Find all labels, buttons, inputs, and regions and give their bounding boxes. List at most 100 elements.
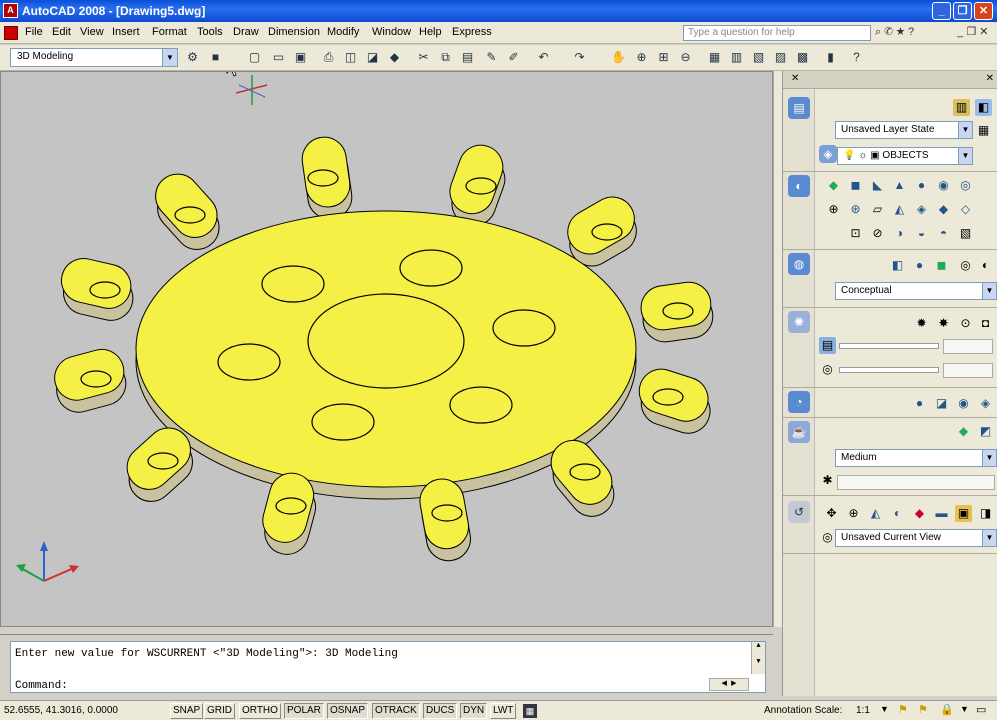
parallel-icon[interactable]: ◨ [977,505,994,522]
redo-icon[interactable]: ↷ [571,49,588,66]
material-mapping-icon[interactable]: ◉ [955,395,972,412]
brightness-slider[interactable] [839,343,939,349]
quickcalc-icon[interactable]: ▮ [822,49,839,66]
zoom-realtime-icon[interactable]: ⊕ [633,49,650,66]
union-icon[interactable]: ⊘ [869,225,886,242]
cylinder-icon[interactable]: ◉ [935,177,952,194]
plot-icon[interactable]: ⎙ [320,49,337,66]
comm-center-icon[interactable]: ✆ [884,26,893,38]
tool-palettes-icon[interactable]: ▧ [750,49,767,66]
view-select[interactable]: Unsaved Current View ▼ [835,529,997,547]
layer-select[interactable]: 💡 ☼ ▣ OBJECTS ▼ [837,147,973,165]
torus-icon[interactable]: ◎ [957,177,974,194]
coordinate-display[interactable]: 52.6555, 41.3016, 0.0000 [4,705,118,716]
lock-icon[interactable]: 🔒 [940,703,954,716]
chevron-down-icon[interactable]: ▼ [958,122,972,138]
command-scrollbar[interactable]: ▲ ▼ [751,642,765,674]
doc-close-icon[interactable]: ✕ [979,26,988,38]
chevron-down-icon[interactable]: ▼ [982,450,996,466]
default-lighting-icon[interactable]: ✹ [913,315,930,332]
walk-icon[interactable]: ◐ [889,505,906,522]
autocad-app-icon[interactable]: A [3,3,18,18]
view-icon[interactable]: ◎ [819,529,836,546]
snap-toggle[interactable]: SNAP [170,703,204,719]
close-button[interactable]: ✕ [974,2,993,20]
render-size-field[interactable] [837,475,995,490]
attach-material-icon[interactable]: ◪ [933,395,950,412]
drawing-viewport[interactable] [0,71,773,627]
workspace-save-icon[interactable]: ■ [207,49,224,66]
block-editor-icon[interactable]: ✐ [505,49,522,66]
search-icon[interactable]: ⌕ [875,26,881,38]
doc-minimize-icon[interactable]: _ [957,26,963,38]
qnew-icon[interactable]: ▢ [246,49,263,66]
save-icon[interactable]: ▣ [292,49,309,66]
command-area[interactable]: Enter new value for WSCURRENT <"3D Model… [10,641,766,693]
ducs-toggle[interactable]: DUCS [423,703,458,719]
menu-edit[interactable]: Edit [52,26,71,38]
markup-icon[interactable]: ▩ [794,49,811,66]
wedge-icon[interactable]: ◣ [869,177,886,194]
named-views-icon[interactable]: ▣ [955,505,972,522]
layer-properties-icon[interactable]: ▥ [953,99,970,116]
sheet-set-icon[interactable]: ▨ [772,49,789,66]
command-prompt[interactable]: Command: [15,680,68,692]
planar-surface-icon[interactable]: ▱ [869,201,886,218]
menu-tools[interactable]: Tools [197,26,223,38]
brightness-field[interactable] [943,339,993,354]
grid-toggle[interactable]: GRID [204,703,235,719]
chevron-down-icon[interactable]: ▼ [162,49,177,66]
paste-icon[interactable]: ▤ [459,49,476,66]
polar-toggle[interactable]: POLAR [284,703,324,719]
publish-icon[interactable]: ◪ [364,49,381,66]
menu-insert[interactable]: Insert [112,26,140,38]
annotation-visibility-icon[interactable]: ⚑ [898,703,908,716]
favorites-star-icon[interactable]: ★ [896,26,905,38]
menu-draw[interactable]: Draw [233,26,259,38]
light-list-icon[interactable]: ⊙ [957,315,974,332]
3d-make-panel-icon[interactable]: ◐ [788,175,810,197]
help-icon[interactable]: ? [908,26,914,38]
contrast-slider[interactable] [839,367,939,373]
3d-wireframe-icon[interactable]: ● [911,257,928,274]
annotation-scale-value[interactable]: 1:1 [856,705,870,716]
model-space-icon[interactable]: ▦ [523,704,537,718]
auto-scale-icon[interactable]: ⚑ [918,703,928,716]
helix-icon[interactable]: ⊛ [847,201,864,218]
contrast-icon[interactable]: ◎ [819,361,836,378]
workspace-settings-icon[interactable]: ⚙ [184,49,201,66]
contrast-field[interactable] [943,363,993,378]
polysolid-icon[interactable]: ◆ [825,177,842,194]
hidden-style-icon[interactable]: ◼ [933,257,950,274]
pan-icon[interactable]: ✋ [610,49,627,66]
lwt-toggle[interactable]: LWT [490,703,517,719]
open-icon[interactable]: ▭ [270,49,287,66]
render-panel-icon[interactable]: ☕ [788,421,810,443]
3d-pan-icon[interactable]: ◭ [867,505,884,522]
menu-modify[interactable]: Modify [327,26,359,38]
layers-panel-icon[interactable]: ▤ [788,97,810,119]
intersect-icon[interactable]: ◒ [913,225,930,242]
3d-orbit-icon[interactable]: ✥ [823,505,840,522]
render-icon[interactable]: ◩ [977,423,994,440]
layer-state-select[interactable]: Unsaved Layer State ▼ [835,121,973,139]
brightness-icon[interactable]: ▤ [819,337,836,354]
chevron-down-icon[interactable]: ▼ [982,283,996,299]
cut-icon[interactable]: ✂ [415,49,432,66]
visual-style-select[interactable]: Conceptual ▼ [835,282,997,300]
3d-zoom-icon[interactable]: ⊕ [845,505,862,522]
help-search-input[interactable]: Type a question for help [683,25,871,41]
make-current-layer-icon[interactable]: ◈ [819,145,837,163]
plot-preview-icon[interactable]: ◫ [342,49,359,66]
slice-icon[interactable]: ◓ [935,225,952,242]
visual-styles-manager-icon[interactable]: ◐ [977,257,994,274]
undo-icon[interactable]: ↶ [535,49,552,66]
copy-icon[interactable]: ⧉ [437,49,454,66]
render-size-icon[interactable]: ✱ [819,472,836,489]
chevron-down-icon[interactable]: ▼ [982,530,996,546]
palette-close-icon[interactable]: ✕ [791,73,799,84]
extrude-icon[interactable]: ◭ [891,201,908,218]
otrack-toggle[interactable]: OTRACK [372,703,420,719]
render-region-icon[interactable]: ◆ [955,423,972,440]
menu-view[interactable]: View [80,26,104,38]
